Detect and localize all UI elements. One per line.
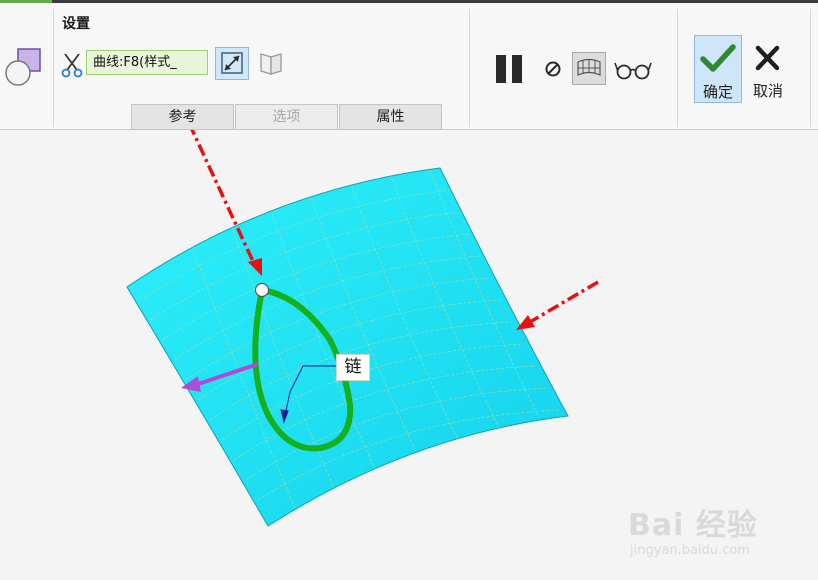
pause-button[interactable] xyxy=(494,52,526,86)
chain-start-point[interactable] xyxy=(254,282,270,298)
flip-direction-button[interactable] xyxy=(215,47,249,80)
arrow-box-icon xyxy=(221,52,243,74)
surface-mesh-icon xyxy=(577,58,601,76)
toolbar-separator xyxy=(469,9,470,127)
cyan-surface[interactable] xyxy=(126,167,569,527)
tab-references[interactable]: 参考 xyxy=(131,104,234,130)
curve-reference-field[interactable]: 曲线:F8(样式_ xyxy=(86,50,208,75)
toolbar-separator xyxy=(810,9,811,127)
no-entry-icon xyxy=(545,61,561,77)
book-icon[interactable] xyxy=(257,51,285,77)
scissors-icon[interactable] xyxy=(61,52,83,78)
tab-properties[interactable]: 属性 xyxy=(339,104,442,130)
annotation-arrow-right xyxy=(516,280,599,330)
watermark-url: jingyan.baidu.com xyxy=(630,543,750,558)
toolbar-separator xyxy=(53,9,54,127)
chain-label[interactable]: 链 xyxy=(336,354,370,381)
cancel-button[interactable]: 取消 xyxy=(746,35,790,103)
surface-preview-button[interactable] xyxy=(572,52,606,85)
dashboard-toolbar: 设置 曲线:F8(样式_ 参考 选项 属性 确定 取消 xyxy=(0,3,818,130)
tab-options: 选项 xyxy=(235,104,338,130)
toolbar-separator xyxy=(677,9,678,127)
settings-group-title: 设置 xyxy=(62,16,90,32)
watermark-logo: Bai 经验 xyxy=(628,508,758,543)
feature-type-icon[interactable] xyxy=(2,45,46,91)
ok-label: 确定 xyxy=(702,83,733,101)
checkmark-icon xyxy=(700,44,736,72)
ok-button[interactable]: 确定 xyxy=(694,35,742,103)
glasses-icon xyxy=(614,62,652,80)
close-icon xyxy=(755,45,780,71)
pause-icon xyxy=(496,55,522,83)
verify-preview-button[interactable] xyxy=(614,58,652,82)
dashboard-tabs: 参考 选项 属性 xyxy=(131,104,443,130)
cancel-label: 取消 xyxy=(752,82,783,100)
no-preview-button[interactable] xyxy=(543,59,563,79)
